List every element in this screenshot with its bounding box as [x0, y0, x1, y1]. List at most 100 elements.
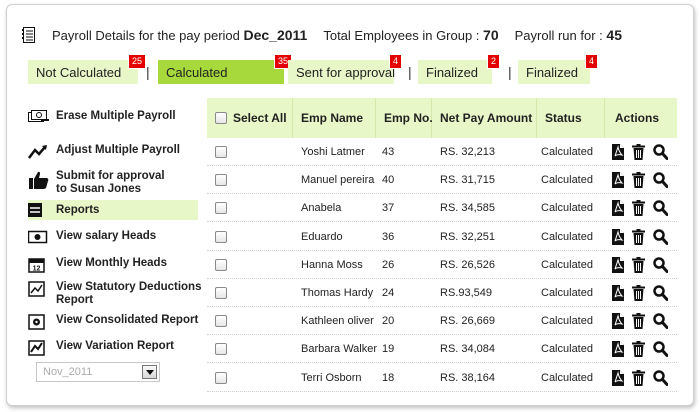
trash-icon[interactable]	[632, 200, 646, 217]
thumbs-up-icon	[28, 170, 50, 192]
total-employees-value: 70	[483, 27, 499, 43]
magnifier-icon[interactable]	[653, 313, 669, 330]
emp-name: Eduardo	[301, 230, 343, 243]
menu-view-variation-report[interactable]: View Variation Report	[28, 340, 174, 356]
row-checkbox[interactable]	[215, 371, 227, 384]
pdf-document-icon[interactable]	[611, 200, 625, 217]
row-status: Calculated	[541, 174, 593, 187]
menu-label: Erase Multiple Payroll	[56, 110, 176, 122]
chevron-down-icon[interactable]	[142, 365, 157, 379]
row-actions	[611, 335, 669, 363]
row-checkbox[interactable]	[215, 230, 227, 243]
svg-text:12: 12	[33, 266, 41, 273]
row-checkbox[interactable]	[215, 174, 227, 187]
line-chart-icon	[28, 281, 50, 297]
count-badge: 25	[127, 54, 146, 69]
tab-separator: |	[146, 64, 150, 80]
magnifier-icon[interactable]	[653, 285, 669, 301]
tab-calculated[interactable]: Calculated 35	[158, 54, 292, 84]
tab-finalized[interactable]: Finalized 2	[418, 54, 500, 84]
menu-label: Adjust Multiple Payroll	[56, 144, 180, 156]
trash-icon[interactable]	[632, 369, 646, 386]
menu-label: View Variation Report	[56, 340, 175, 352]
emp-name: Barbara Walker	[301, 343, 378, 356]
menu-label: Reports	[56, 203, 100, 216]
trash-icon[interactable]	[632, 228, 646, 245]
pdf-document-icon[interactable]	[611, 341, 625, 358]
menu-erase-multiple-payroll[interactable]: Erase Multiple Payroll	[28, 110, 176, 126]
pdf-document-icon[interactable]	[611, 172, 625, 189]
emp-name: Kathleen oliver	[301, 315, 374, 328]
trash-icon[interactable]	[632, 172, 646, 189]
menu-label-line1: Submit for approval	[56, 170, 165, 182]
menu-adjust-multiple-payroll[interactable]: Adjust Multiple Payroll	[28, 144, 180, 160]
erase-money-icon	[28, 110, 50, 126]
menu-reports[interactable]: Reports	[28, 200, 198, 220]
row-checkbox[interactable]	[215, 258, 227, 271]
menu-view-monthly-heads[interactable]: 12 View Monthly Heads	[28, 257, 167, 273]
row-checkbox[interactable]	[215, 287, 227, 299]
report-lines-icon	[28, 203, 50, 217]
adjust-arrows-icon	[28, 144, 50, 160]
magnifier-icon[interactable]	[653, 257, 669, 273]
row-checkbox[interactable]	[215, 146, 227, 158]
menu-view-salary-heads[interactable]: View salary Heads	[27, 230, 157, 246]
pdf-document-icon[interactable]	[611, 256, 625, 273]
emp-no: 18	[382, 371, 395, 384]
pdf-document-icon[interactable]	[611, 313, 625, 330]
tab-sent-for-approval[interactable]: Sent for approval 4	[288, 54, 402, 84]
trash-icon[interactable]	[632, 285, 646, 301]
row-status: Calculated	[541, 202, 593, 215]
magnifier-icon[interactable]	[653, 369, 669, 386]
trash-icon[interactable]	[632, 256, 646, 273]
payroll-run-label: Payroll run for :	[514, 27, 603, 43]
pdf-document-icon[interactable]	[611, 144, 625, 160]
magnifier-icon[interactable]	[653, 144, 669, 160]
row-actions	[611, 364, 669, 392]
net-pay-amount: RS. 34,585	[440, 202, 496, 215]
header-select-all[interactable]: Select All	[207, 98, 293, 138]
magnifier-icon[interactable]	[653, 200, 669, 217]
tab-not-calculated[interactable]: Not Calculated 25	[28, 54, 146, 84]
trash-icon[interactable]	[632, 144, 646, 160]
net-pay-amount: RS. 34,084	[440, 343, 496, 356]
tab-finalized-2[interactable]: Finalized 4	[518, 54, 598, 84]
row-checkbox[interactable]	[215, 343, 227, 356]
table-row: Terri Osborn 18 RS. 38,164 Calculated	[207, 364, 677, 392]
emp-no: 26	[382, 258, 395, 271]
select-all-checkbox[interactable]	[215, 112, 227, 124]
menu-label-line2: Report	[56, 294, 94, 306]
emp-name: Thomas Hardy	[301, 287, 374, 299]
row-checkbox[interactable]	[215, 315, 227, 328]
calendar-icon: 12	[28, 257, 50, 273]
emp-name: Terri Osborn	[301, 371, 362, 384]
menu-label-line2: to Susan Jones	[56, 183, 141, 195]
emp-no: 24	[382, 287, 395, 299]
menu-view-statutory-deductions-report[interactable]: View Statutory Deductions Report	[28, 281, 201, 307]
menu-submit-for-approval[interactable]: Submit for approval to Susan Jones	[28, 170, 165, 196]
menu-label: View salary Heads	[56, 230, 157, 242]
net-pay-amount: RS. 31,715	[440, 174, 496, 187]
pdf-document-icon[interactable]	[611, 285, 625, 301]
variation-chart-icon	[28, 340, 50, 356]
emp-name: Anabela	[301, 202, 342, 215]
tab-label: Finalized	[426, 64, 479, 80]
table-row: Thomas Hardy 24 RS.93,549 Calculated	[207, 279, 677, 307]
trash-icon[interactable]	[632, 341, 646, 358]
period-value: Dec_2011	[243, 27, 308, 43]
net-pay-amount: RS. 26,526	[440, 258, 496, 271]
magnifier-icon[interactable]	[653, 228, 669, 245]
period-select[interactable]: Nov_2011	[36, 362, 160, 382]
row-select-cell	[215, 364, 227, 392]
emp-name: Hanna Moss	[301, 258, 363, 271]
menu-view-consolidated-report[interactable]: View Consolidated Report	[28, 314, 198, 330]
row-actions	[611, 307, 669, 335]
pdf-document-icon[interactable]	[611, 228, 625, 245]
magnifier-icon[interactable]	[653, 172, 669, 189]
row-select-cell	[215, 251, 227, 279]
header-emp-name: Emp Name	[293, 98, 376, 138]
row-checkbox[interactable]	[215, 202, 227, 215]
magnifier-icon[interactable]	[653, 341, 669, 358]
pdf-document-icon[interactable]	[611, 369, 625, 386]
trash-icon[interactable]	[632, 313, 646, 330]
